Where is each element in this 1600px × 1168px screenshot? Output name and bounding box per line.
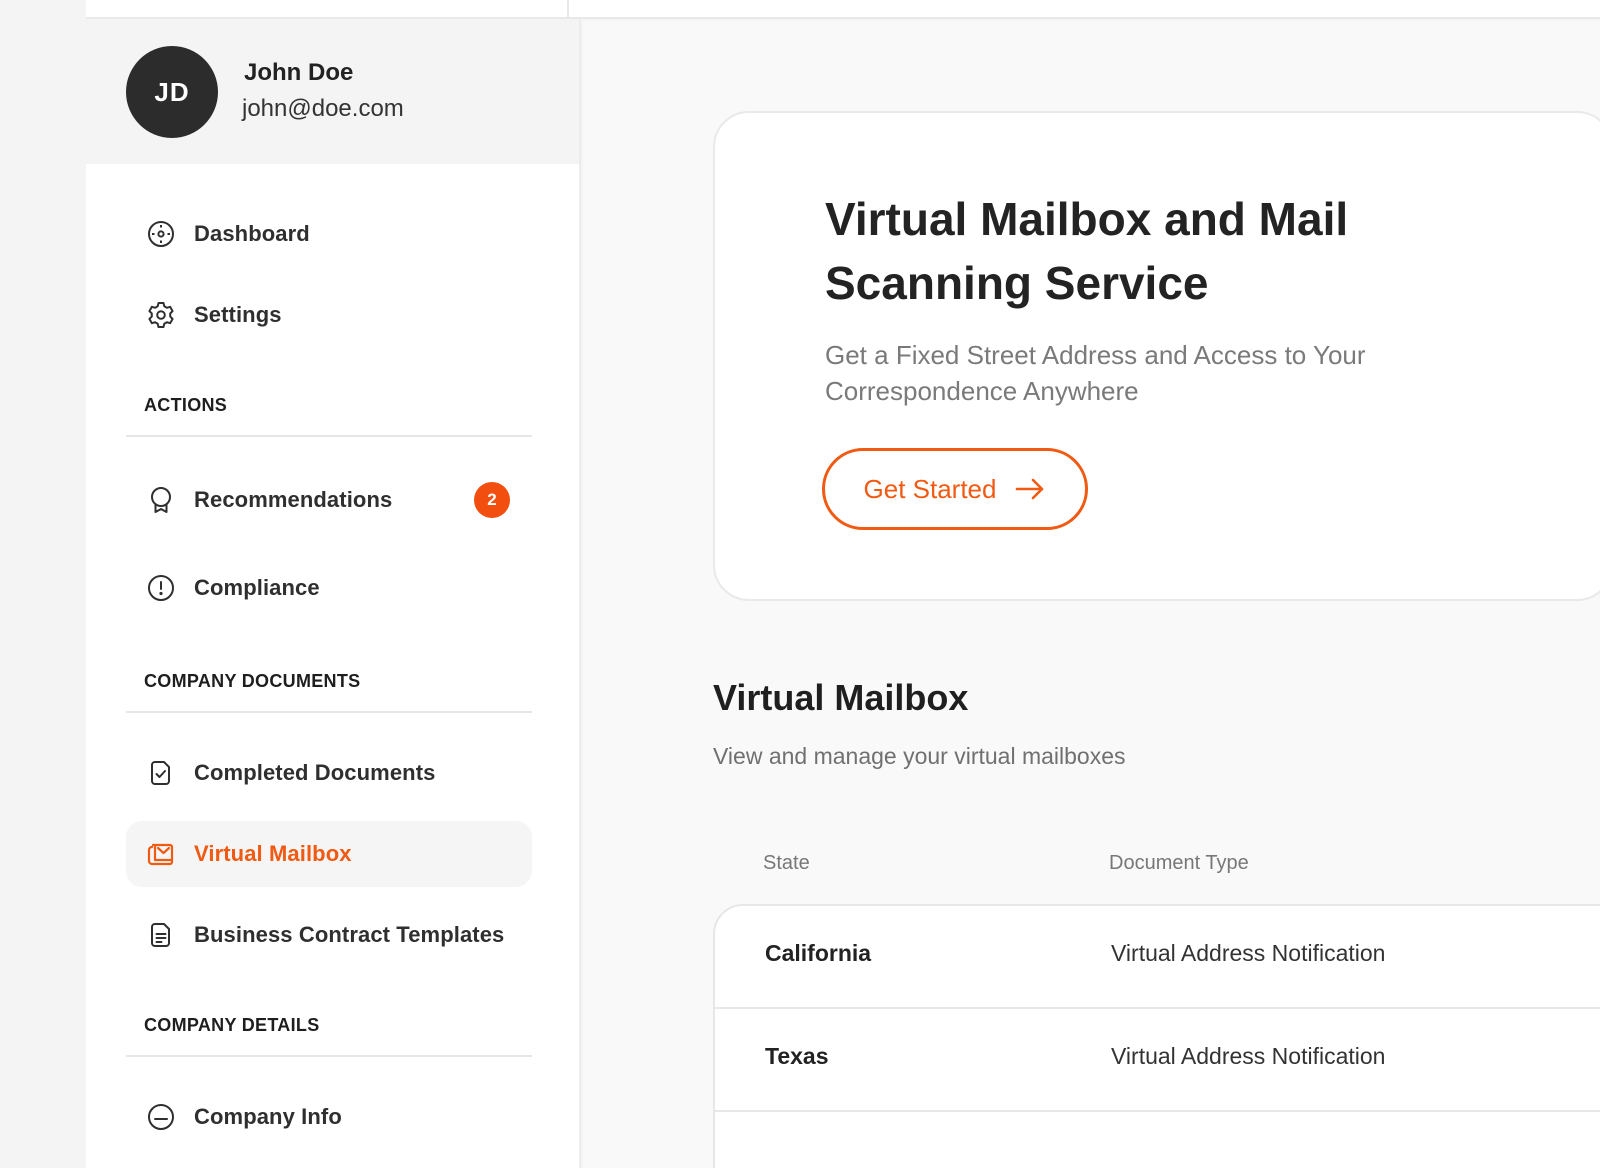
virtual-mailbox-title: Virtual Mailbox	[713, 677, 969, 718]
avatar[interactable]: JD	[126, 46, 218, 138]
main-content: Virtual Mailbox and Mail Scanning Servic…	[583, 21, 1600, 1168]
sidebar-item-settings[interactable]: Settings	[126, 282, 532, 348]
section-divider	[126, 435, 532, 437]
sidebar-item-label: Dashboard	[194, 221, 310, 246]
sidebar-item-dashboard[interactable]: Dashboard	[126, 201, 532, 267]
sidebar-item-recommendations[interactable]: Recommendations 2	[126, 467, 532, 533]
sidebar-item-label: Completed Documents	[194, 760, 436, 785]
hero-subtitle: Get a Fixed Street Address and Access to…	[825, 340, 1366, 406]
arrow-right-icon	[1016, 478, 1044, 500]
award-icon	[146, 485, 176, 515]
sidebar-item-label: Company Info	[194, 1104, 342, 1129]
hero-card: Virtual Mailbox and Mail Scanning Servic…	[713, 111, 1600, 601]
get-started-label: Get Started	[863, 473, 997, 504]
row-document-type: Virtual Address Notification	[1111, 940, 1386, 966]
section-divider	[126, 1055, 532, 1057]
table-row[interactable]: California Virtual Address Notification	[715, 906, 1600, 1009]
company-info-icon	[146, 1102, 176, 1132]
notification-badge: 2	[474, 482, 510, 518]
mailbox-icon	[146, 839, 176, 869]
table-row[interactable]: Texas Virtual Address Notification	[715, 1009, 1600, 1112]
sidebar-item-completed-documents[interactable]: Completed Documents	[126, 740, 532, 806]
alert-circle-icon	[146, 573, 176, 603]
row-state: California	[765, 940, 872, 966]
sidebar-item-virtual-mailbox[interactable]: Virtual Mailbox	[126, 821, 532, 887]
document-lines-icon	[146, 920, 176, 950]
sidebar-item-label: Business Contract Templates	[194, 922, 505, 947]
sidebar-item-label: Compliance	[194, 575, 320, 600]
column-header-state[interactable]: State	[763, 852, 810, 875]
sidebar-item-company-info[interactable]: Company Info	[126, 1084, 532, 1150]
hero-title: Virtual Mailbox and Mail Scanning Servic…	[825, 193, 1349, 309]
row-document-type: Virtual Address Notification	[1111, 1043, 1386, 1069]
row-state: Texas	[765, 1043, 829, 1069]
sidebar-item-label: Settings	[194, 302, 282, 327]
section-title-company-details: COMPANY DETAILS	[144, 1015, 320, 1035]
sidebar-item-label: Recommendations	[194, 487, 393, 512]
top-bar-divider	[567, 0, 569, 19]
mailbox-table: California Virtual Address Notification …	[713, 904, 1600, 1168]
user-card[interactable]: JD John Doe john@doe.com	[86, 19, 579, 164]
user-name: John Doe	[244, 59, 354, 86]
sidebar-item-label: Virtual Mailbox	[194, 841, 352, 866]
sidebar-item-business-contract-templates[interactable]: Business Contract Templates	[126, 902, 532, 968]
document-check-icon	[146, 758, 176, 788]
user-email: john@doe.com	[242, 95, 404, 122]
section-divider	[126, 711, 532, 713]
sidebar: JD John Doe john@doe.com Dashboard Setti…	[86, 19, 581, 1168]
get-started-button[interactable]: Get Started	[822, 448, 1088, 530]
virtual-mailbox-subtitle: View and manage your virtual mailboxes	[713, 743, 1126, 769]
section-title-actions: ACTIONS	[144, 395, 228, 415]
dashboard-icon	[146, 219, 176, 249]
gear-icon	[146, 300, 176, 330]
section-title-company-documents: COMPANY DOCUMENTS	[144, 671, 361, 691]
column-header-document-type[interactable]: Document Type	[1109, 852, 1249, 875]
top-bar	[86, 0, 1600, 19]
sidebar-item-compliance[interactable]: Compliance	[126, 555, 532, 621]
